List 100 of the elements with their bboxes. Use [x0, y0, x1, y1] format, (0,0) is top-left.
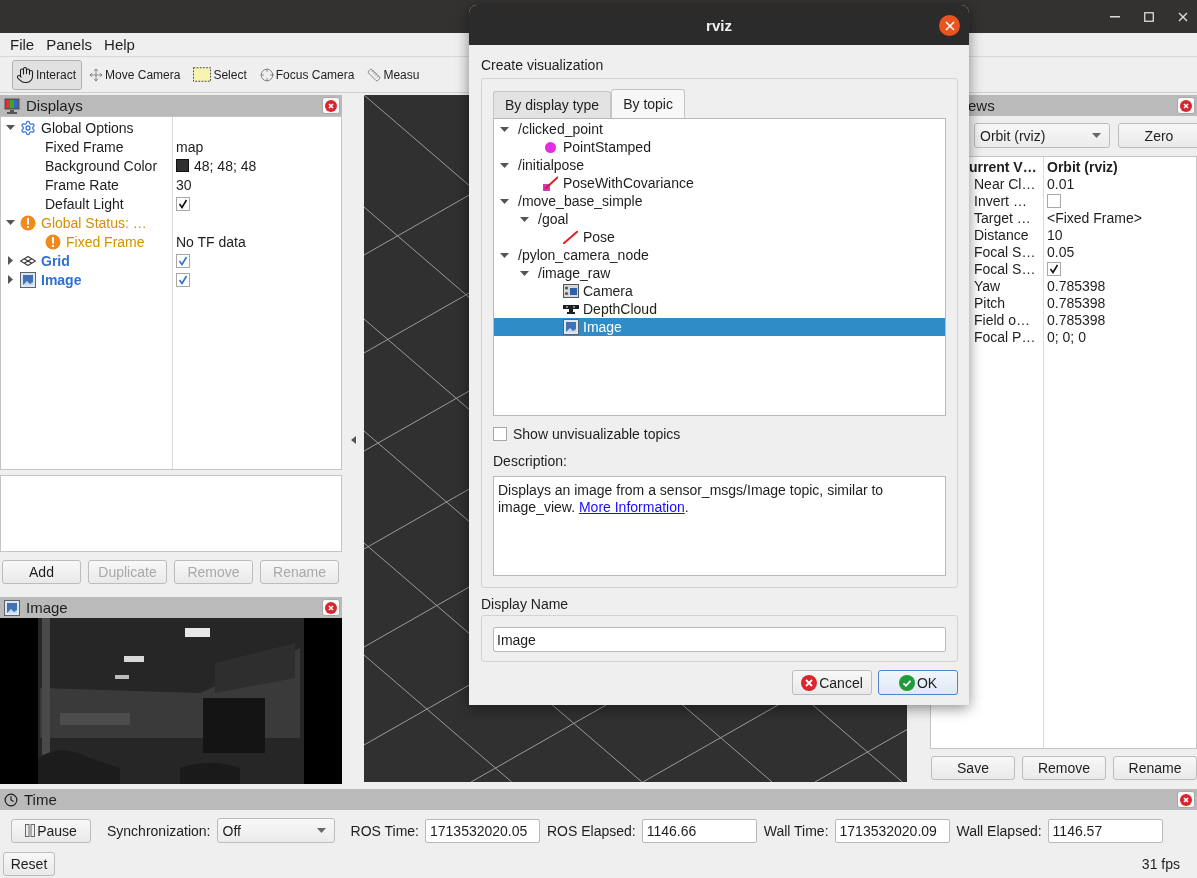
image-icon	[562, 319, 579, 335]
tool-button[interactable]: Measu	[363, 59, 426, 90]
tree-item[interactable]: Camera	[494, 282, 945, 300]
property-name: Focal S…	[974, 243, 1036, 260]
tree-item[interactable]: PointStamped	[494, 138, 945, 156]
input-field[interactable]: 1146.66	[641, 818, 757, 843]
maximize-icon[interactable]	[1144, 11, 1154, 22]
checkbox[interactable]	[1047, 261, 1061, 276]
property-name: Grid	[41, 252, 70, 269]
tree-item[interactable]: DepthCloud	[494, 300, 945, 318]
expand-arrow-icon[interactable]	[6, 275, 15, 284]
menu-item[interactable]: Panels	[40, 36, 99, 53]
move-icon	[89, 67, 104, 82]
cancel-button[interactable]: Cancel	[792, 670, 872, 695]
checkbox[interactable]	[493, 427, 507, 441]
checkbox[interactable]	[176, 253, 190, 268]
dialog-title: rviz	[706, 16, 732, 34]
tree-item[interactable]: /move_base_simple	[494, 192, 945, 210]
property-name: Global Status: …	[41, 214, 147, 231]
property-name: Image	[41, 271, 82, 288]
checkbox[interactable]	[176, 272, 190, 287]
tab[interactable]: By topic	[611, 89, 685, 118]
property-name: Pitch	[974, 294, 1006, 311]
panel-button[interactable]: Add	[2, 560, 81, 584]
minimize-icon[interactable]	[1110, 15, 1120, 18]
gear-icon	[20, 119, 36, 136]
sensor-icon	[562, 304, 579, 314]
close-button[interactable]	[939, 15, 960, 36]
panel-title: ews	[968, 97, 995, 114]
expand-arrow-icon[interactable]	[500, 160, 509, 170]
property-value: 0.785398	[1047, 311, 1106, 328]
panel-button[interactable]: Remove	[1022, 756, 1106, 780]
panel-title: Time	[24, 791, 57, 808]
property-value: <Fixed Frame>	[1047, 209, 1142, 226]
property-name: Field o…	[974, 311, 1031, 328]
cancel-icon	[801, 674, 818, 691]
panel-title: Displays	[26, 97, 83, 114]
expand-arrow-icon[interactable]	[500, 250, 509, 260]
close-icon[interactable]	[1178, 11, 1188, 22]
image-icon	[20, 271, 36, 288]
property-name: Near Cl…	[974, 175, 1036, 192]
expand-arrow-icon[interactable]	[500, 124, 509, 134]
collapse-arrow-icon[interactable]	[350, 435, 356, 444]
checkbox[interactable]	[1047, 193, 1061, 208]
property-value: 0.785398	[1047, 294, 1106, 311]
tree-item[interactable]: Pose	[494, 228, 945, 246]
expand-arrow-icon[interactable]	[520, 268, 529, 278]
ok-button[interactable]: OK	[878, 670, 958, 695]
pause-button[interactable]: Pause	[11, 818, 91, 843]
input-field[interactable]: 1713532020.09	[834, 818, 950, 843]
property-value: 0.785398	[1047, 277, 1106, 294]
property-value: 10	[1047, 226, 1063, 243]
menu-item[interactable]: File	[4, 36, 41, 53]
tool-button[interactable]: Focus Camera	[255, 59, 361, 90]
more-information-link[interactable]: More Information	[578, 499, 685, 515]
field-label: ROS Elapsed:	[547, 822, 636, 839]
property-value: map	[176, 138, 204, 155]
tool-button[interactable]: Select	[189, 59, 253, 90]
panel-button[interactable]: Save	[931, 756, 1015, 780]
input-field[interactable]: 1713532020.05	[425, 818, 540, 843]
tree-item[interactable]: /image_raw	[494, 264, 945, 282]
expand-arrow-icon[interactable]	[500, 196, 509, 206]
display-name-field[interactable]: Image	[493, 627, 946, 652]
sync-dropdown[interactable]: Off	[216, 818, 335, 843]
field-label: ROS Time:	[350, 822, 419, 839]
panel-button[interactable]: Rename	[1113, 756, 1197, 780]
input-field[interactable]: 1146.57	[1047, 818, 1163, 843]
expand-arrow-icon[interactable]	[6, 218, 15, 227]
property-name: Default Light	[45, 195, 124, 212]
property-name: Yaw	[974, 277, 1001, 294]
tree-item[interactable]: PoseWithCovariance	[494, 174, 945, 192]
warning-icon	[45, 233, 61, 250]
fps-readout: 31 fps	[1141, 856, 1180, 872]
close-icon	[325, 601, 337, 614]
property-value: 0.01	[1047, 175, 1075, 192]
crosshair-icon	[259, 67, 274, 82]
section-heading: Create visualization	[481, 57, 605, 73]
property-name: Background Color	[45, 157, 158, 174]
tree-item[interactable]: /clicked_point	[494, 120, 945, 138]
tab[interactable]: By display type	[493, 91, 612, 118]
reset-button[interactable]: Reset	[3, 852, 55, 876]
tree-item[interactable]: /goal	[494, 210, 945, 228]
property-name: Fixed Frame	[45, 138, 124, 155]
description-text: Displays an image from a sensor_msgs/Image topic, similar to image_view. More Information.	[498, 482, 884, 515]
checkbox[interactable]	[176, 196, 190, 211]
close-icon	[325, 99, 337, 112]
menu-item[interactable]: Help	[98, 36, 141, 53]
caret-icon	[1092, 132, 1101, 139]
zero-button[interactable]: Zero	[1118, 123, 1197, 148]
tree-item[interactable]: /pylon_camera_node	[494, 246, 945, 264]
tool-button[interactable]: Interact	[12, 59, 83, 90]
tree-item[interactable]: Image	[494, 318, 945, 336]
color-swatch[interactable]	[176, 159, 189, 172]
pause-icon	[25, 824, 36, 837]
tool-button[interactable]: Move Camera	[85, 59, 187, 90]
view-type-dropdown[interactable]: Orbit (rviz)	[974, 123, 1110, 148]
expand-arrow-icon[interactable]	[6, 256, 15, 265]
expand-arrow-icon[interactable]	[6, 123, 15, 132]
tree-item[interactable]: /initialpose	[494, 156, 945, 174]
expand-arrow-icon[interactable]	[520, 214, 529, 224]
